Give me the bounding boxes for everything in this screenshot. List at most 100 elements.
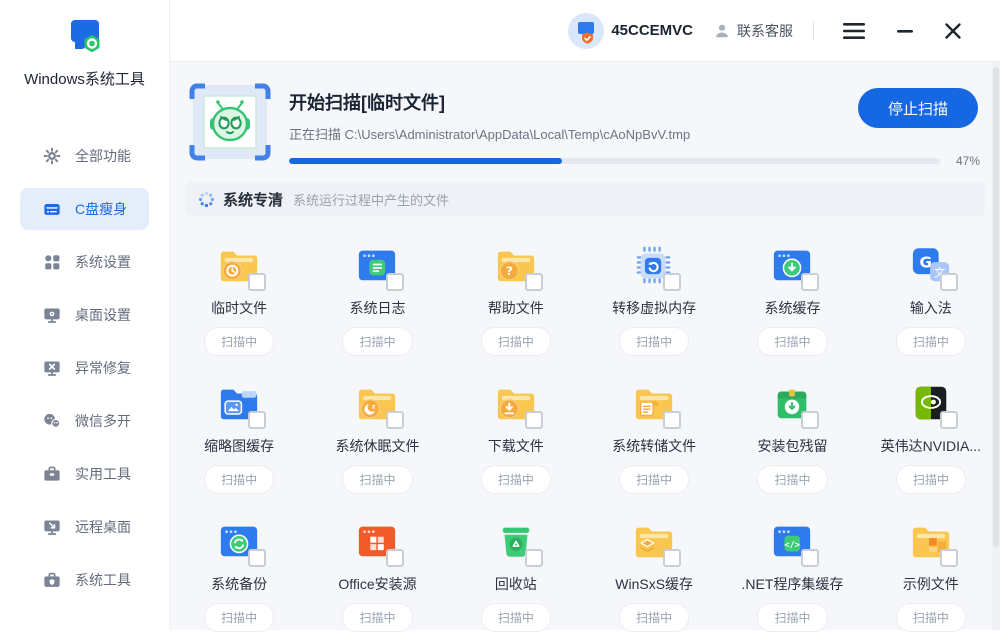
status-badge: 扫描中 bbox=[342, 465, 412, 494]
item-checkbox[interactable] bbox=[663, 549, 681, 567]
item-checkbox[interactable] bbox=[525, 549, 543, 567]
status-badge: 扫描中 bbox=[481, 465, 551, 494]
avatar[interactable] bbox=[568, 13, 604, 49]
folder-question-icon: ? bbox=[492, 243, 540, 287]
contact-support-label: 联系客服 bbox=[737, 21, 793, 41]
wechat-icon bbox=[43, 412, 61, 430]
status-badge: 扫描中 bbox=[619, 603, 689, 632]
item-checkbox[interactable] bbox=[663, 411, 681, 429]
topbar-divider bbox=[813, 22, 814, 40]
close-button[interactable] bbox=[938, 16, 968, 46]
svg-text:z: z bbox=[372, 403, 376, 410]
item-checkbox[interactable] bbox=[248, 411, 266, 429]
svg-text:?: ? bbox=[506, 264, 513, 278]
item-checkbox[interactable] bbox=[940, 273, 958, 291]
item-checkbox[interactable] bbox=[940, 549, 958, 567]
sidebar-item-label: 微信多开 bbox=[75, 411, 131, 431]
item-checkbox[interactable] bbox=[525, 273, 543, 291]
clean-item-0[interactable]: 临时文件扫描中 bbox=[170, 230, 308, 368]
clean-item-11[interactable]: 英伟达NVIDIA...扫描中 bbox=[862, 368, 1000, 506]
sidebar-item-label: 系统工具 bbox=[75, 570, 131, 590]
logo-area: Windows系统工具 bbox=[0, 0, 169, 89]
item-checkbox[interactable] bbox=[663, 273, 681, 291]
menu-hamburger-button[interactable] bbox=[836, 16, 872, 46]
clean-item-8[interactable]: 下载文件扫描中 bbox=[447, 368, 585, 506]
item-checkbox[interactable] bbox=[386, 411, 404, 429]
folder-image-icon bbox=[215, 381, 263, 425]
status-badge: 扫描中 bbox=[896, 327, 966, 356]
sidebar-item-4[interactable]: 异常修复 bbox=[20, 347, 149, 389]
item-checkbox[interactable] bbox=[940, 411, 958, 429]
sidebar-item-7[interactable]: 远程桌面 bbox=[20, 506, 149, 548]
sidebar-item-6[interactable]: 实用工具 bbox=[20, 453, 149, 495]
clean-item-6[interactable]: 缩略图缓存扫描中 bbox=[170, 368, 308, 506]
status-badge: 扫描中 bbox=[757, 327, 827, 356]
clean-item-label: 系统休眠文件 bbox=[335, 436, 419, 456]
clean-item-1[interactable]: 系统日志扫描中 bbox=[308, 230, 446, 368]
sidebar-item-8[interactable]: 系统工具 bbox=[20, 559, 149, 601]
item-checkbox[interactable] bbox=[386, 549, 404, 567]
sidebar-item-label: 异常修复 bbox=[75, 358, 131, 378]
sidebar: Windows系统工具 全部功能 C盘瘦身系统设置桌面设置异常修复微信多开实用工具… bbox=[0, 0, 170, 630]
clean-item-15[interactable]: WinSxS缓存扫描中 bbox=[585, 506, 723, 644]
sidebar-item-label: 全部功能 bbox=[75, 146, 131, 166]
status-badge: 扫描中 bbox=[619, 327, 689, 356]
sidebar-item-2[interactable]: 系统设置 bbox=[20, 241, 149, 283]
clean-item-14[interactable]: 回收站扫描中 bbox=[447, 506, 585, 644]
app-window: Windows系统工具 全部功能 C盘瘦身系统设置桌面设置异常修复微信多开实用工具… bbox=[0, 0, 1000, 630]
sidebar-item-label: 远程桌面 bbox=[75, 517, 131, 537]
clean-item-2[interactable]: ?帮助文件扫描中 bbox=[447, 230, 585, 368]
clean-item-label: 临时文件 bbox=[211, 298, 267, 318]
clean-item-17[interactable]: 示例文件扫描中 bbox=[862, 506, 1000, 644]
item-checkbox[interactable] bbox=[386, 273, 404, 291]
scan-progress-bar bbox=[289, 158, 940, 164]
clean-item-label: 系统缓存 bbox=[764, 298, 820, 318]
item-checkbox[interactable] bbox=[801, 411, 819, 429]
status-badge: 扫描中 bbox=[896, 603, 966, 632]
clean-item-7[interactable]: z 系统休眠文件扫描中 bbox=[308, 368, 446, 506]
clean-item-12[interactable]: 系统备份扫描中 bbox=[170, 506, 308, 644]
item-checkbox[interactable] bbox=[801, 549, 819, 567]
chip-refresh-icon bbox=[630, 243, 678, 287]
clean-item-label: 输入法 bbox=[910, 298, 952, 318]
clean-item-9[interactable]: 系统转储文件扫描中 bbox=[585, 368, 723, 506]
clean-item-13[interactable]: Office安装源扫描中 bbox=[308, 506, 446, 644]
item-checkbox[interactable] bbox=[525, 411, 543, 429]
item-checkbox[interactable] bbox=[248, 549, 266, 567]
folder-clock-icon bbox=[215, 243, 263, 287]
username[interactable]: 45CCEMVC bbox=[611, 22, 693, 39]
clean-item-label: WinSxS缓存 bbox=[615, 574, 693, 594]
clean-item-4[interactable]: 系统缓存扫描中 bbox=[723, 230, 861, 368]
clean-item-16[interactable]: </>.NET程序集缓存扫描中 bbox=[723, 506, 861, 644]
minimize-button[interactable] bbox=[890, 16, 920, 46]
status-badge: 扫描中 bbox=[204, 603, 274, 632]
hamburger-icon bbox=[842, 22, 866, 40]
sidebar-item-1[interactable]: C盘瘦身 bbox=[20, 188, 149, 230]
contact-support-button[interactable]: 联系客服 bbox=[713, 21, 793, 41]
monitor-gear-icon bbox=[43, 306, 61, 324]
package-icon bbox=[768, 381, 816, 425]
sidebar-item-3[interactable]: 桌面设置 bbox=[20, 294, 149, 336]
apps-grid-icon bbox=[43, 253, 61, 271]
sidebar-item-0[interactable]: 全部功能 bbox=[20, 135, 149, 177]
window-sync-icon bbox=[215, 519, 263, 563]
scan-robot-icon bbox=[188, 82, 272, 168]
section-header: 系统专清 系统运行过程中产生的文件 bbox=[185, 182, 985, 216]
sidebar-item-label: 桌面设置 bbox=[75, 305, 131, 325]
status-badge: 扫描中 bbox=[204, 465, 274, 494]
item-checkbox[interactable] bbox=[248, 273, 266, 291]
stop-scan-button[interactable]: 停止扫描 bbox=[858, 88, 978, 128]
clean-item-5[interactable]: G文输入法扫描中 bbox=[862, 230, 1000, 368]
scrollbar-thumb[interactable] bbox=[993, 67, 999, 547]
scrollbar-track[interactable] bbox=[992, 63, 1000, 630]
status-badge: 扫描中 bbox=[481, 603, 551, 632]
clean-item-10[interactable]: 安装包残留扫描中 bbox=[723, 368, 861, 506]
sidebar-item-label: 实用工具 bbox=[75, 464, 131, 484]
clean-item-label: .NET程序集缓存 bbox=[742, 574, 844, 594]
clean-item-label: 帮助文件 bbox=[488, 298, 544, 318]
window-log-icon bbox=[353, 243, 401, 287]
sidebar-item-5[interactable]: 微信多开 bbox=[20, 400, 149, 442]
item-checkbox[interactable] bbox=[801, 273, 819, 291]
status-badge: 扫描中 bbox=[896, 465, 966, 494]
clean-item-3[interactable]: 转移虚拟内存扫描中 bbox=[585, 230, 723, 368]
